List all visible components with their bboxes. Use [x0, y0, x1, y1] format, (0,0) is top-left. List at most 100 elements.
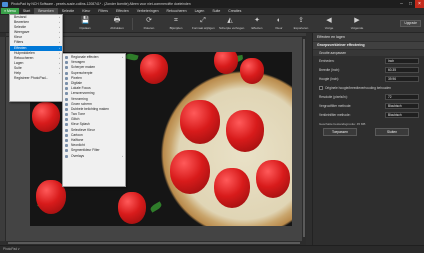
menubar-item[interactable]: Retoucheren — [163, 8, 191, 14]
toolbar-label: Kleur — [275, 26, 283, 30]
aspect-ratio-checkbox[interactable] — [319, 86, 323, 90]
menu-item-label: Effecten — [14, 45, 27, 50]
window-title: PhotoPad by NCH Software - pexels-susie-… — [11, 2, 191, 6]
menu-item-label: Lagen — [14, 60, 24, 65]
photopad-window: PhotoPad by NCH Software - pexels-susie-… — [0, 0, 424, 253]
status-text: PhotoPad v — [3, 247, 20, 251]
toolbar-button-color[interactable]: ◐ Kleur — [268, 16, 290, 32]
effect-icon — [65, 87, 68, 91]
rotate-icon: ⟳ — [146, 17, 152, 24]
close-icon[interactable]: × — [415, 0, 424, 8]
strawberry-image — [256, 160, 290, 198]
menu-item-label: Filters — [14, 40, 24, 45]
maximize-icon[interactable]: □ — [406, 0, 415, 8]
effect-icon — [65, 61, 68, 65]
strawberry-image — [32, 102, 60, 132]
toolbar-button-resize[interactable]: ⤢ Formaat wijzigen — [192, 16, 215, 32]
file-size-info: Geschatte bestandsgrootte: 45 MB — [319, 122, 366, 126]
effect-icon — [65, 133, 68, 137]
effect-icon — [65, 81, 68, 85]
upscale-filter-label: Vergrootfilter methode: — [319, 104, 352, 108]
aspect-row: Originele hoogte/breedteverhouding behou… — [313, 85, 424, 92]
strawberry-image — [170, 150, 210, 194]
menu-item-label: Registreer PhotoPad... — [14, 76, 49, 81]
submenu-item-label: Vervagen — [71, 60, 85, 65]
print-icon: 🖶 — [113, 17, 121, 24]
submenu-item-label: Groen scherm — [71, 101, 92, 106]
menu-item-label: Help — [14, 71, 21, 76]
strawberry-image — [226, 110, 264, 152]
toolbar-button-save[interactable]: 💾 Opslaan — [74, 16, 96, 32]
upscale-filter-select[interactable]: Bicubisch — [385, 103, 419, 109]
effects-submenu: Regionale effecten › Vervagen Scherper ma… — [62, 53, 126, 187]
scroll-thumb[interactable] — [8, 242, 300, 244]
menu-item-label: Weergave — [14, 30, 30, 35]
upgrade-button[interactable]: Upgrade — [400, 20, 421, 27]
menu-item-register[interactable]: Registreer PhotoPad... — [10, 76, 62, 81]
toolbar-button-export[interactable]: ⇪ Exporteren — [290, 16, 312, 32]
toolbar-button-next[interactable]: ▶ Volgende — [346, 16, 368, 32]
apply-button[interactable]: Toepassen — [323, 128, 357, 136]
height-label: Hoogte (Inch): — [319, 77, 340, 81]
toolbar-button-rotate[interactable]: ⟳ Roteren — [138, 16, 160, 32]
menubar-item[interactable]: Effecten — [112, 8, 133, 14]
toolbar-label: Scherpte verhogen — [219, 26, 245, 30]
effects-panel: Effecten en lagen Groepsverkleiner effec… — [312, 33, 424, 245]
submenu-item-label: Neonlicht — [71, 143, 85, 148]
toolbar-label: Afdrukken — [110, 26, 124, 30]
effect-icon — [65, 71, 68, 75]
section-title[interactable]: Groepsverkleiner effectering — [313, 42, 424, 49]
height-input[interactable]: 39.96 — [385, 76, 419, 82]
hamburger-icon: ≡ — [4, 9, 7, 13]
units-row: Eenheden: Inch — [313, 58, 424, 65]
menubar-item[interactable]: Verbeteringen — [133, 8, 163, 14]
submenu-item-label: Halftone — [71, 138, 84, 142]
menu-item-label: Selectie — [14, 25, 27, 30]
subsection-title[interactable]: Grootte aanpassen — [313, 50, 424, 56]
toolbar-button-crop[interactable]: ⌗ Bijsnijden — [165, 16, 187, 32]
scroll-thumb[interactable] — [303, 39, 305, 237]
toolbar-button-print[interactable]: 🖶 Afdrukken — [106, 16, 128, 32]
main-dropdown-menu: Bestand › Bewerken › Selectie › Weergave › K… — [9, 14, 63, 102]
submenu-item[interactable]: Overlays › — [63, 154, 125, 159]
toolbar-button-effects[interactable]: ✦ Effecten — [246, 16, 268, 32]
toolbar-label: Vorige — [324, 26, 334, 30]
save-icon: 💾 — [81, 17, 90, 24]
toolbar-button-sharpen[interactable]: ◭ Scherpte verhogen — [219, 16, 245, 32]
strawberry-image — [118, 192, 146, 224]
submenu-item-label: Scherper maken — [71, 65, 96, 70]
toolbar-label: Effecten — [251, 26, 263, 30]
units-label: Eenheden: — [319, 59, 335, 63]
close-button[interactable]: Sluiten — [375, 128, 409, 136]
effect-icon — [65, 76, 68, 80]
export-icon: ⇪ — [298, 17, 304, 24]
crop-icon: ⌗ — [174, 17, 178, 24]
toolbar-label: Formaat wijzigen — [192, 26, 215, 30]
units-select[interactable]: Inch — [385, 58, 419, 64]
vertical-scrollbar[interactable] — [302, 37, 306, 241]
panel-buttons: Toepassen Sluiten — [313, 128, 424, 137]
window-controls: – □ × — [397, 0, 424, 8]
minimize-icon[interactable]: – — [397, 0, 406, 8]
menu-item-label: Bewerken — [14, 20, 30, 25]
leaf-image — [149, 201, 163, 213]
width-input[interactable]: 60.35 — [385, 67, 419, 73]
menubar-item[interactable]: Kleur — [78, 8, 94, 14]
downscale-row: Verkleinfilter methode: Bicubisch — [313, 112, 424, 119]
menu-item-label: Kleur — [14, 35, 22, 40]
sharpen-icon: ◭ — [227, 17, 233, 24]
color-icon: ◐ — [276, 17, 282, 24]
strawberry-image — [214, 168, 250, 208]
effect-icon — [65, 97, 68, 101]
menubar-item[interactable]: Suite — [208, 8, 224, 14]
resolution-input[interactable]: 72 — [385, 94, 419, 100]
menubar-item[interactable]: Creaties — [224, 8, 245, 14]
submenu-item-label: Selectieve Kleur — [71, 127, 95, 132]
menubar-item[interactable]: Lagen — [191, 8, 209, 14]
toolbar-button-previous[interactable]: ◀ Vorige — [318, 16, 340, 32]
menubar-item[interactable]: Filters — [94, 8, 112, 14]
downscale-filter-select[interactable]: Bicubisch — [385, 112, 419, 118]
aspect-ratio-label: Originele hoogte/breedteverhouding behou… — [325, 86, 391, 90]
toolbar-label: Bijsnijden — [169, 26, 183, 30]
effect-icon — [65, 107, 68, 111]
